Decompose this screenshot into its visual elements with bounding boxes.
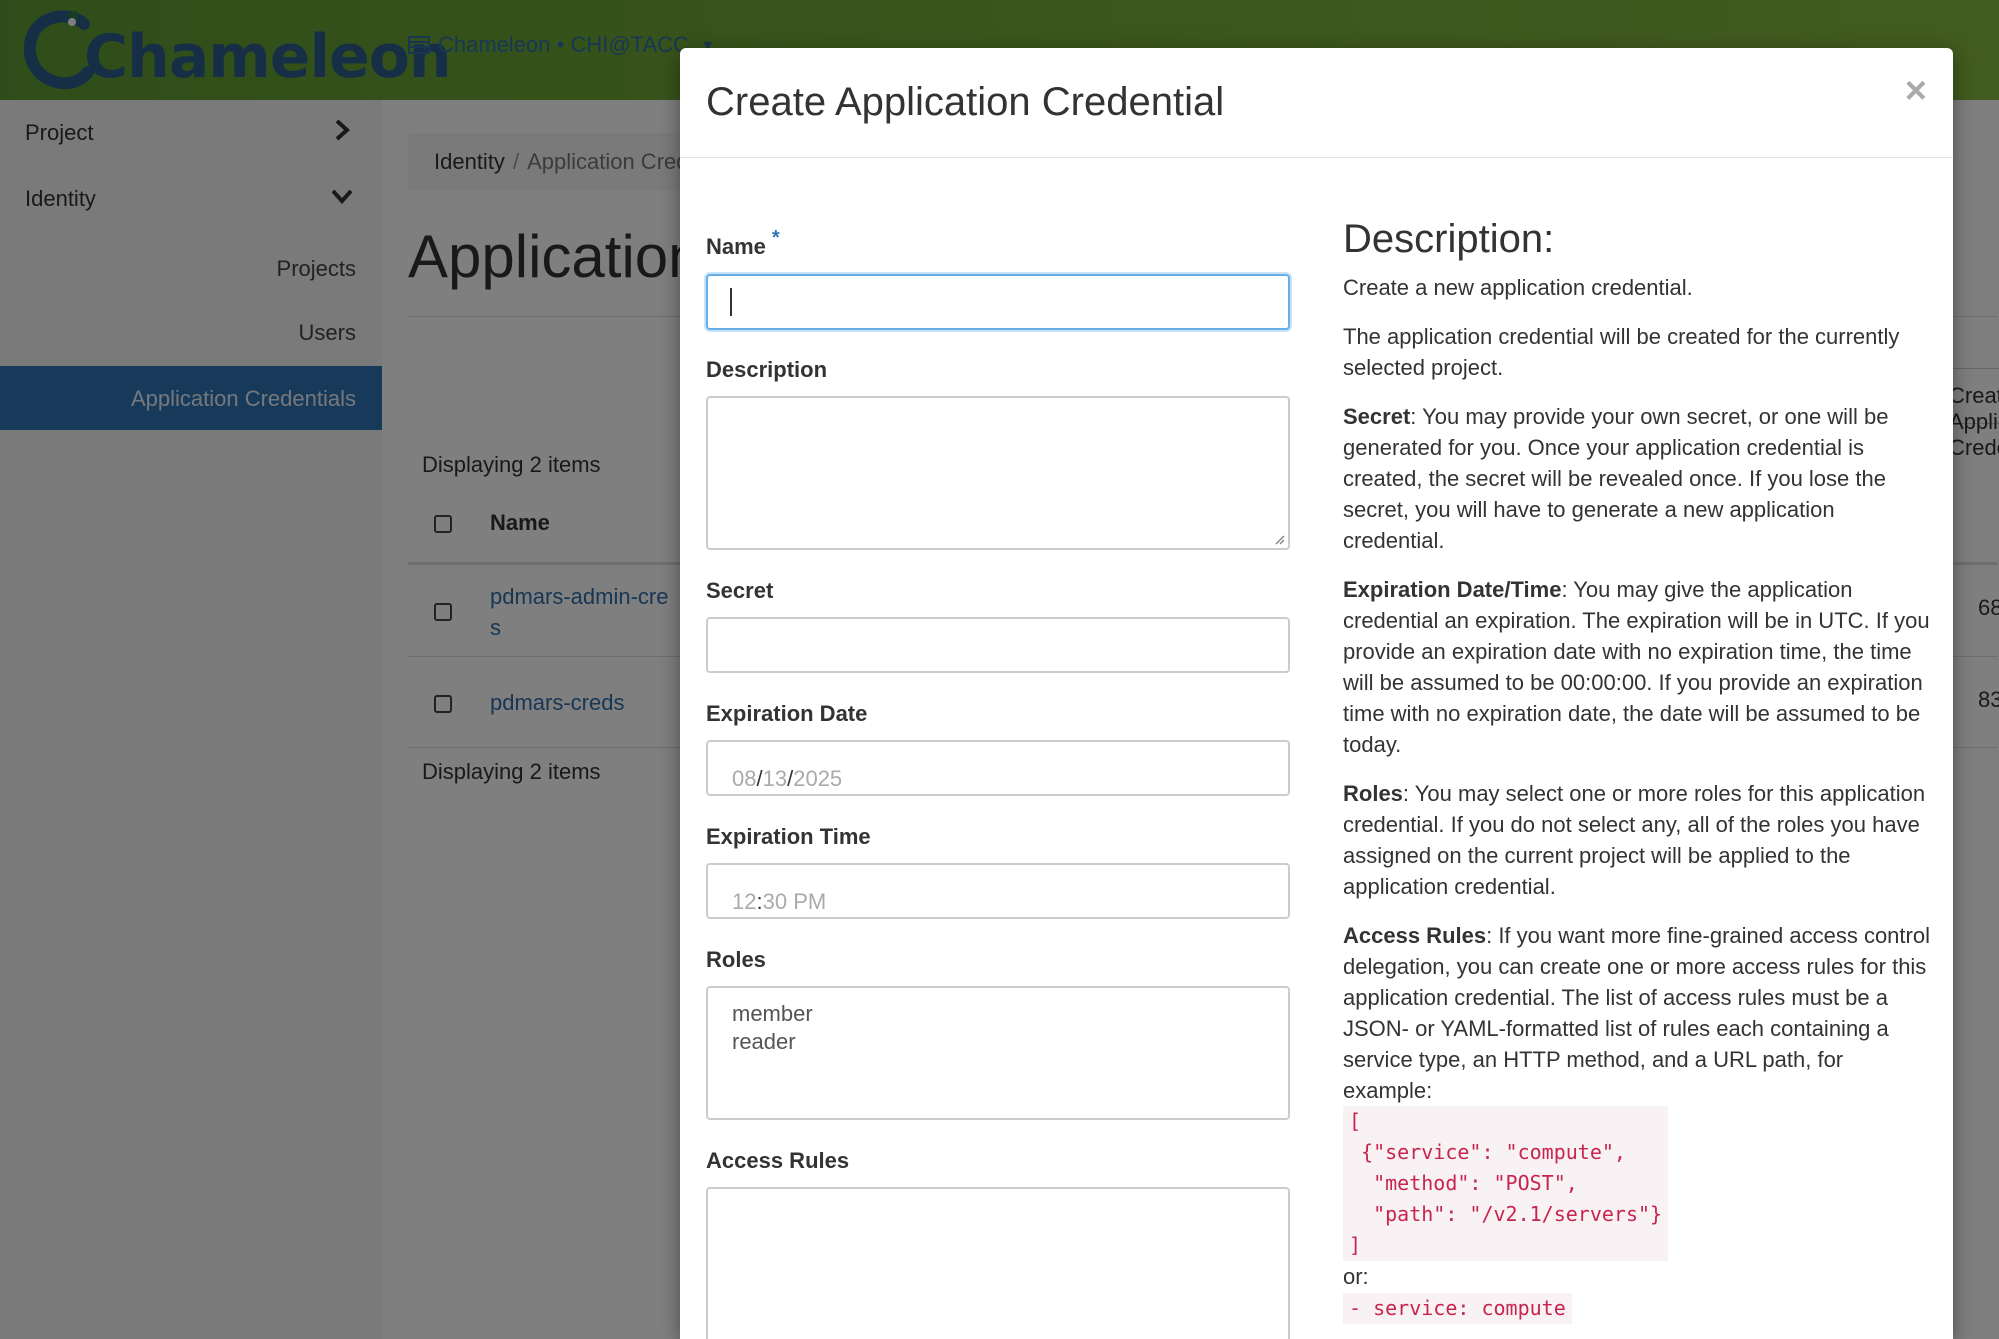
text-cursor [730,288,732,316]
role-option-reader[interactable]: reader [732,1028,813,1056]
help-or: or: [1343,1264,1369,1289]
access-rules-label: Access Rules [706,1148,850,1173]
date-placeholder: 08/13/2025 [732,766,843,791]
secret-field[interactable] [706,617,1290,673]
help-intro: Create a new application credential. [1343,275,1693,300]
help-secret: Secret: You may provide your own secret,… [1343,404,1889,553]
modal-title: Create Application Credential [706,80,1225,124]
help-project-note: The application credential will be creat… [1343,324,1900,380]
name-label: Name * [706,227,780,259]
secret-label: Secret [706,578,774,603]
expiration-date-field[interactable]: 08/13/2025 [706,740,1290,796]
description-label: Description [706,357,828,382]
json-example-code: [ {"service": "compute", "method": "POST… [1343,1106,1669,1261]
help-access-rules: Access Rules: If you want more fine-grai… [1343,923,1930,1103]
role-option-member[interactable]: member [732,1000,813,1028]
expiration-date-label: Expiration Date [706,701,868,726]
help-title: Description: [1343,217,1555,261]
yaml-example-code: - service: compute [1343,1293,1572,1324]
expiration-time-label: Expiration Time [706,824,871,849]
close-icon[interactable]: × [1905,70,1927,113]
resize-handle-icon[interactable] [1273,533,1285,545]
name-field[interactable] [706,274,1290,330]
access-rules-field[interactable] [706,1187,1290,1339]
roles-label: Roles [706,947,766,972]
create-credential-modal: Create Application Credential × Name * De… [680,48,1953,1339]
expiration-time-field[interactable]: 12:30 PM [706,863,1290,919]
required-mark: * [771,227,780,249]
roles-multiselect[interactable]: member reader [706,986,1290,1120]
description-field[interactable] [706,396,1290,550]
help-expiration: Expiration Date/Time: You may give the a… [1343,577,1930,757]
roles-options: member reader [732,1000,813,1056]
time-placeholder: 12:30 PM [732,889,827,914]
help-roles: Roles: You may select one or more roles … [1343,781,1926,899]
modal-header: Create Application Credential × [680,48,1953,158]
help-panel: Description: Create a new application cr… [1343,158,1933,1324]
